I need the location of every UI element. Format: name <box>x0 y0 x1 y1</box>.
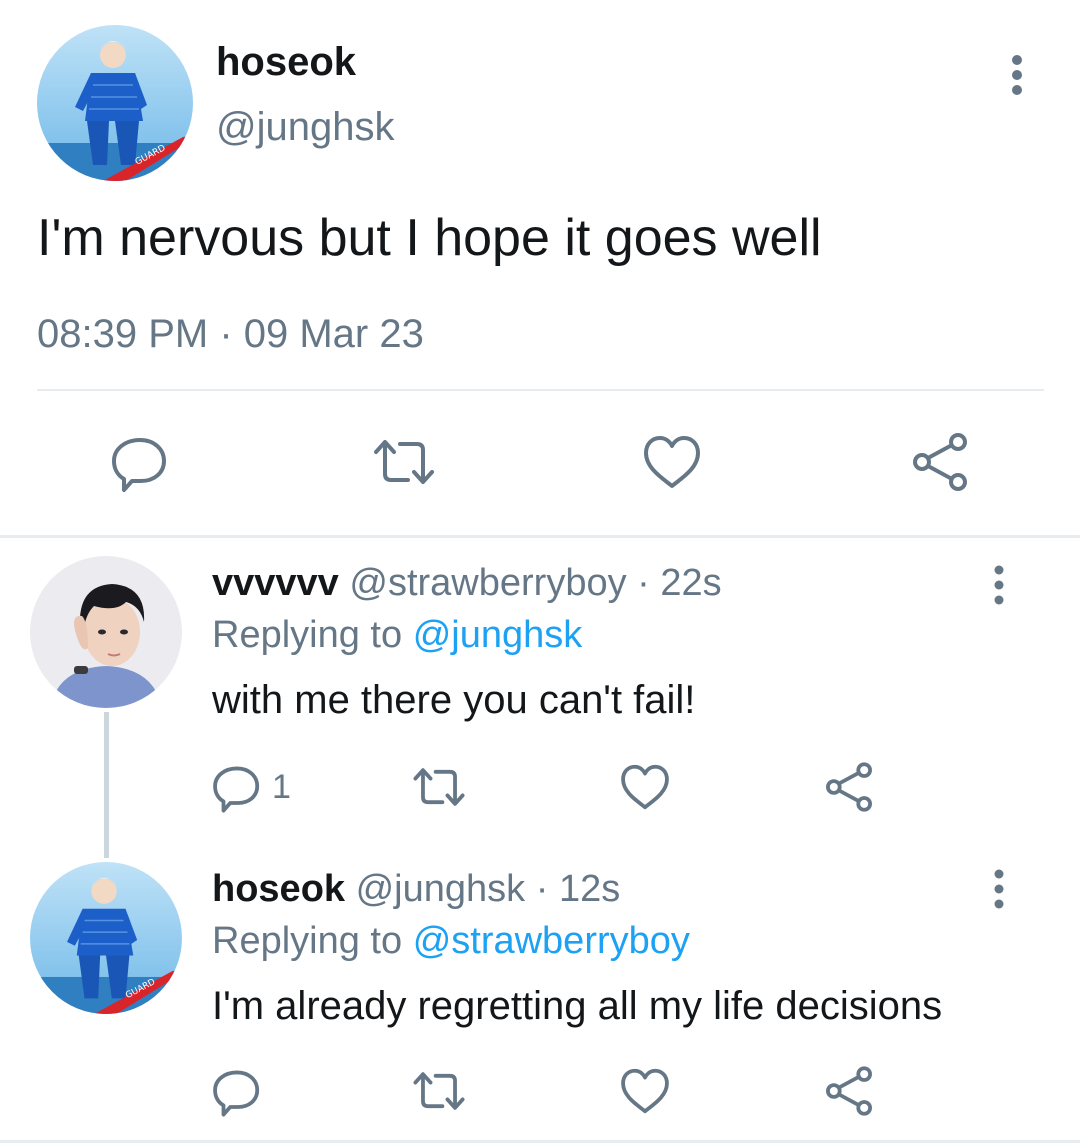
reply-icon <box>112 438 166 492</box>
reply-text: with me there you can't fail! <box>212 678 696 722</box>
avatar[interactable]: GUARD <box>30 862 182 1014</box>
like-icon <box>644 436 700 488</box>
retweet-icon <box>374 440 434 484</box>
reply-count: 1 <box>272 768 291 806</box>
like-button[interactable] <box>618 760 672 814</box>
author-handle[interactable]: @junghsk <box>216 105 394 150</box>
replying-to-label: Replying to <box>212 920 403 962</box>
like-button[interactable] <box>618 1064 672 1118</box>
retweet-button[interactable] <box>372 430 436 494</box>
share-button[interactable] <box>908 430 972 494</box>
thread-connector-line <box>104 712 109 858</box>
more-options-icon[interactable] <box>984 866 1014 912</box>
more-options-icon[interactable] <box>984 562 1014 608</box>
reply-button[interactable] <box>210 1064 264 1118</box>
divider <box>0 535 1080 538</box>
reply-header: vvvvvv @strawberryboy · 22s <box>212 562 722 605</box>
replying-to-mention[interactable]: @strawberryboy <box>413 920 690 962</box>
reply-author-name[interactable]: hoseok <box>212 868 345 910</box>
share-icon <box>826 1066 872 1116</box>
replying-to: Replying to @junghsk <box>212 614 582 657</box>
retweet-icon <box>413 768 465 806</box>
tweet-text: I'm nervous but I hope it goes well <box>37 209 822 267</box>
share-icon <box>826 762 872 812</box>
reply-author-handle[interactable]: @junghsk <box>356 868 526 910</box>
like-icon <box>621 764 669 810</box>
avatar[interactable] <box>30 556 182 708</box>
reply-icon <box>213 766 260 813</box>
tweet-timestamp: 08:39 PM · 09 Mar 23 <box>37 312 424 356</box>
replying-to-mention[interactable]: @junghsk <box>413 614 583 656</box>
reply-header: hoseok @junghsk · 12s <box>212 868 620 911</box>
retweet-icon <box>413 1072 465 1110</box>
reply-text: I'm already regretting all my life decis… <box>212 984 943 1028</box>
share-icon <box>913 433 967 491</box>
reply-author-handle[interactable]: @strawberryboy <box>349 562 626 604</box>
like-icon <box>621 1068 669 1114</box>
author-name[interactable]: hoseok <box>216 40 356 85</box>
reply-time: · 12s <box>535 868 621 910</box>
main-tweet: GUARD hoseok @junghsk I'm nervous but I … <box>0 0 1080 538</box>
share-button[interactable] <box>822 760 876 814</box>
replying-to-label: Replying to <box>212 614 403 656</box>
avatar[interactable]: GUARD <box>37 25 193 181</box>
reply-author-name[interactable]: vvvvvv <box>212 562 339 604</box>
retweet-button[interactable] <box>412 1064 466 1118</box>
retweet-button[interactable] <box>412 760 466 814</box>
reply-time: · 22s <box>637 562 722 604</box>
share-button[interactable] <box>822 1064 876 1118</box>
tweet-detail-page: GUARD hoseok @junghsk I'm nervous but I … <box>0 0 1080 1143</box>
divider <box>37 389 1044 391</box>
reply-icon <box>213 1070 260 1117</box>
reply-button[interactable] <box>210 760 264 814</box>
replying-to: Replying to @strawberryboy <box>212 920 690 963</box>
like-button[interactable] <box>640 430 704 494</box>
reply-button[interactable] <box>108 430 172 494</box>
more-options-icon[interactable] <box>1002 52 1032 98</box>
